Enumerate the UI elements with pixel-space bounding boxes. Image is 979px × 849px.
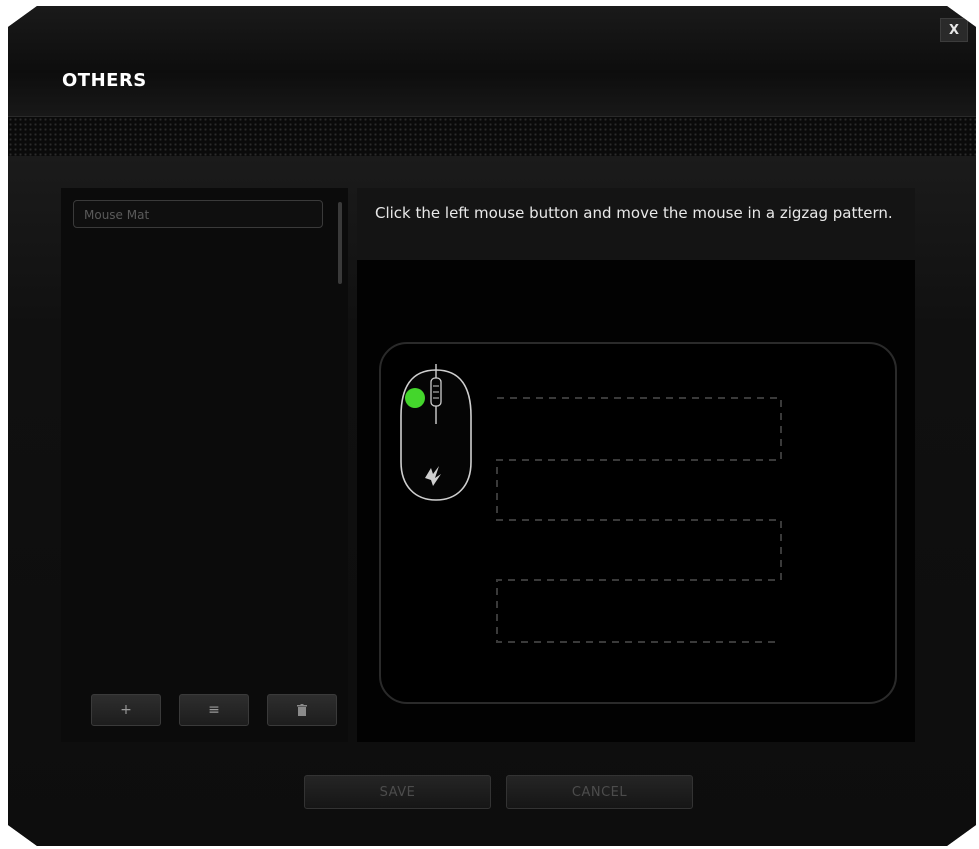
page-title: OTHERS xyxy=(62,70,147,91)
instruction-text: Click the left mouse button and move the… xyxy=(357,188,915,260)
trash-icon xyxy=(297,704,307,716)
list-scrollbar[interactable] xyxy=(338,202,342,284)
zigzag-path xyxy=(496,397,782,643)
left-button-indicator xyxy=(405,388,425,408)
close-button[interactable]: X xyxy=(940,18,968,42)
list-item-mouse-mat[interactable]: Mouse Mat xyxy=(73,200,323,228)
delete-button[interactable] xyxy=(267,694,337,726)
header-pattern-strip xyxy=(8,116,976,158)
add-button[interactable]: + xyxy=(91,694,161,726)
edit-button[interactable]: ≡ xyxy=(179,694,249,726)
cancel-button[interactable]: CANCEL xyxy=(506,775,693,809)
calibration-panel: Click the left mouse button and move the… xyxy=(357,188,915,742)
surface-list-panel: Mouse Mat + ≡ xyxy=(61,188,348,742)
zigzag-guide xyxy=(400,364,782,643)
calibration-canvas[interactable] xyxy=(357,260,915,742)
mouse-icon xyxy=(400,364,472,501)
mouse-pad-area[interactable] xyxy=(379,342,897,704)
window-header xyxy=(8,6,976,116)
save-button[interactable]: SAVE xyxy=(304,775,491,809)
